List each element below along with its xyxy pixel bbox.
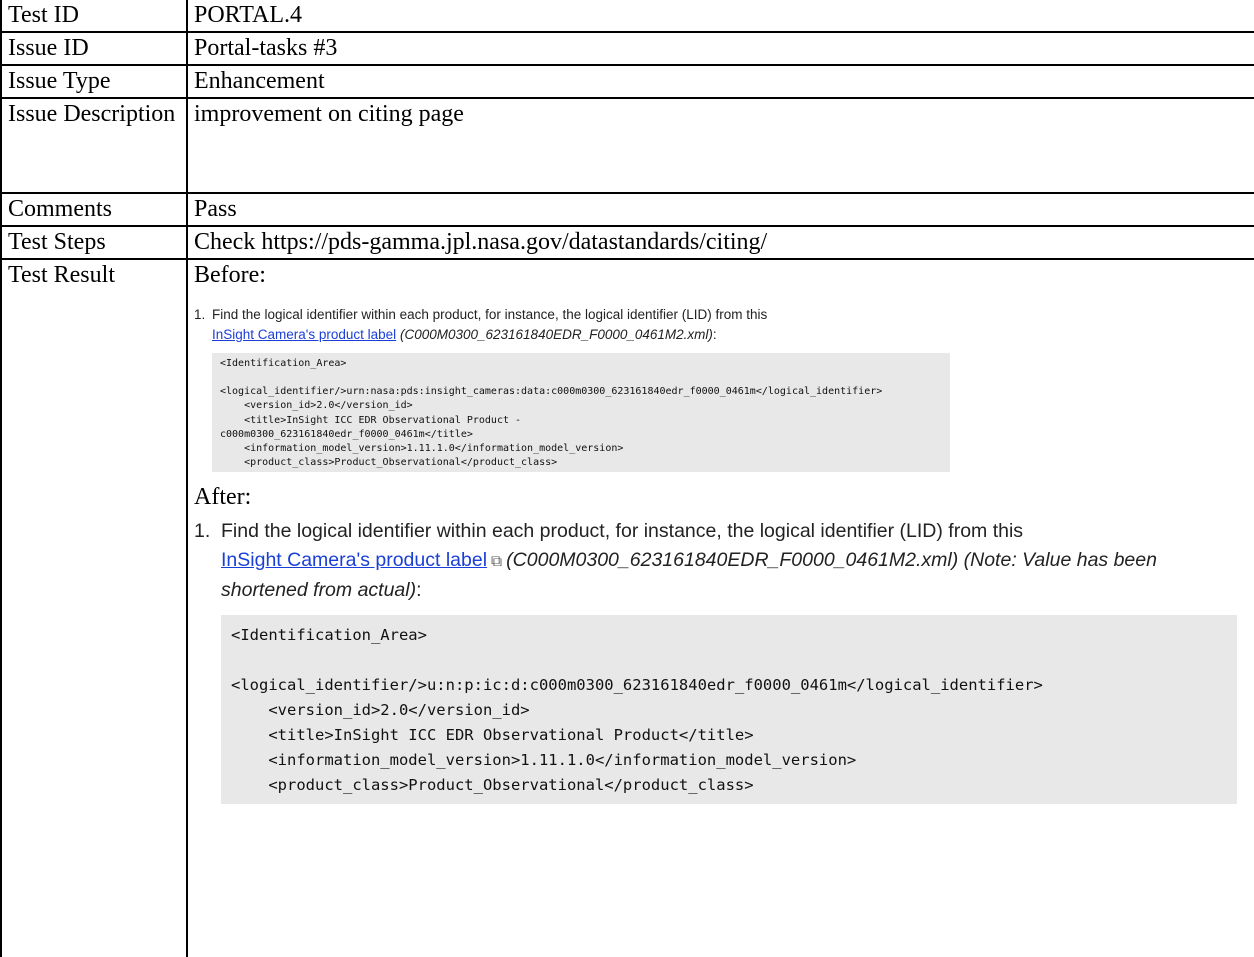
external-link-icon[interactable]: ⧉ <box>491 547 502 576</box>
code-line: <information_model_version>1.11.1.0</inf… <box>220 443 624 455</box>
table-row: Issue Type Enhancement <box>0 64 1254 99</box>
row-value: Portal-tasks #3 <box>186 31 1254 66</box>
code-line: <title>InSight ICC EDR Observational Pro… <box>220 414 522 426</box>
table-row: Issue Description improvement on citing … <box>0 97 1254 194</box>
row-label: Issue ID <box>0 31 188 66</box>
list-text: Find the logical identifier within each … <box>221 517 1248 605</box>
list-text: Find the logical identifier within each … <box>212 305 767 345</box>
row-label: Issue Description <box>0 97 188 194</box>
row-label: Test Result <box>0 258 188 957</box>
before-heading: Before: <box>194 262 266 288</box>
code-line: <information_model_version>1.11.1.0</inf… <box>231 751 857 770</box>
code-line: <product_class>Product_Observational</pr… <box>231 776 754 795</box>
code-line: <version_id>2.0</version_id> <box>220 400 413 412</box>
row-label: Test ID <box>0 0 188 33</box>
after-screenshot: 1. Find the logical identifier within ea… <box>194 517 1248 805</box>
code-line: <logical_identifier/>urn:nasa:pds:insigh… <box>220 386 883 398</box>
instruction-text: Find the logical identifier within each … <box>221 520 1024 543</box>
row-value: improvement on citing page <box>186 97 1254 194</box>
list-number: 1. <box>194 307 206 322</box>
row-label: Test Steps <box>0 225 188 260</box>
colon-text: : <box>416 579 422 602</box>
product-label-link[interactable]: InSight Camera's product label <box>212 327 396 342</box>
colon-text: : <box>712 327 717 342</box>
list-number: 1. <box>194 520 211 543</box>
row-label: Comments <box>0 192 188 227</box>
row-value: Pass <box>186 192 1254 227</box>
before-screenshot: 1. Find the logical identifier within ea… <box>194 305 1248 473</box>
table-row: Issue ID Portal-tasks #3 <box>0 31 1254 66</box>
table-row: Test Result Before: 1. Find the logical … <box>0 258 1254 957</box>
table-row: Comments Pass <box>0 192 1254 227</box>
product-label-link[interactable]: InSight Camera's product label <box>221 549 487 571</box>
row-value: Enhancement <box>186 64 1254 99</box>
filename-text: (C000M0300_623161840EDR_F0000_0461M2.xml… <box>399 327 713 342</box>
code-line: <product_class>Product_Observational</pr… <box>220 457 558 469</box>
code-line: <Identification_Area> <box>231 626 427 645</box>
list-item: 1. Find the logical identifier within ea… <box>194 305 1248 345</box>
code-block: <Identification_Area> <logical_identifier… <box>221 615 1237 805</box>
code-line: <version_id>2.0</version_id> <box>231 701 530 720</box>
row-label: Issue Type <box>0 64 188 99</box>
code-line: c000m0300_623161840edr_f0000_0461m</titl… <box>220 428 473 440</box>
code-line: <logical_identifier/>u:n:p:ic:d:c000m030… <box>231 676 1043 695</box>
test-case-table: Test ID PORTAL.4 Issue ID Portal-tasks #… <box>0 0 1254 957</box>
code-line: <title>InSight ICC EDR Observational Pro… <box>231 726 754 745</box>
code-line: <Identification_Area> <box>220 358 347 369</box>
row-value: PORTAL.4 <box>186 0 1254 33</box>
table-row: Test Steps Check https://pds-gamma.jpl.n… <box>0 225 1254 260</box>
test-result-cell: Before: 1. Find the logical identifier w… <box>186 258 1254 957</box>
code-block: <Identification_Area> <logical_identifier… <box>212 353 950 473</box>
after-heading: After: <box>194 484 252 511</box>
instruction-text: Find the logical identifier within each … <box>212 307 768 322</box>
table-row: Test ID PORTAL.4 <box>0 0 1254 33</box>
list-item: 1. Find the logical identifier within ea… <box>194 517 1248 605</box>
row-value: Check https://pds-gamma.jpl.nasa.gov/dat… <box>186 225 1254 260</box>
